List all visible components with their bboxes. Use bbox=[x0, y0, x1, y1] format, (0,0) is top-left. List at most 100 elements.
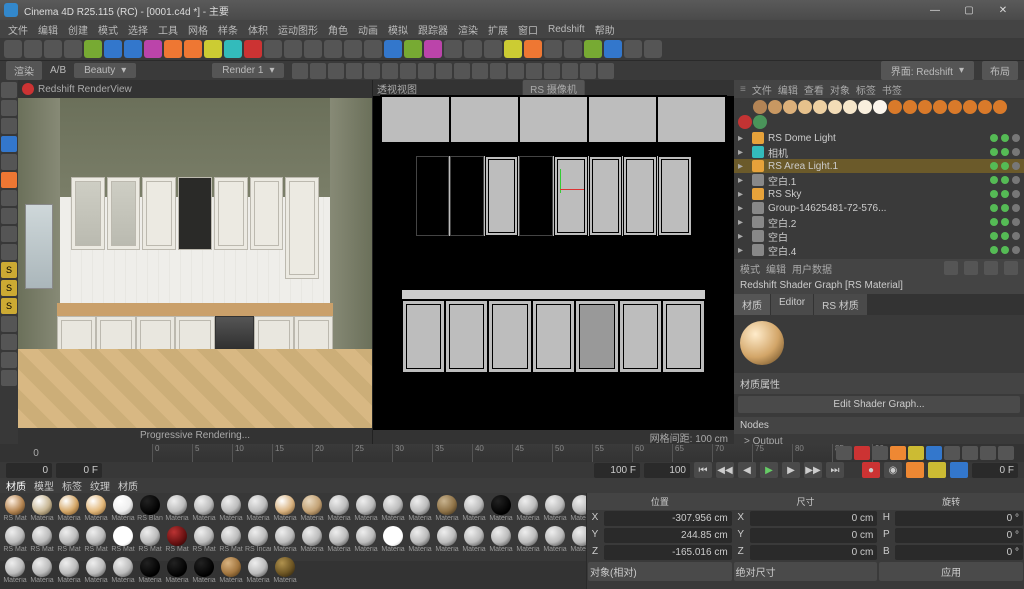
attr-icon[interactable] bbox=[1004, 261, 1018, 275]
expand-icon[interactable]: ▸ bbox=[738, 133, 748, 144]
layer-dot[interactable] bbox=[1012, 148, 1020, 156]
toolbar-button-27[interactable] bbox=[544, 40, 562, 58]
toolbar-button-7[interactable] bbox=[144, 40, 162, 58]
dock-tab-1[interactable]: 模型 bbox=[34, 478, 54, 493]
expand-icon[interactable]: ▸ bbox=[738, 217, 748, 228]
material-53[interactable]: Materia bbox=[245, 557, 271, 587]
subtool-2[interactable] bbox=[328, 63, 344, 79]
object-row[interactable]: ▸相机 bbox=[734, 145, 1024, 159]
material-48[interactable]: Materia bbox=[110, 557, 136, 587]
material-41[interactable]: Materia bbox=[515, 526, 541, 556]
frame-end-field[interactable]: 100 bbox=[644, 463, 690, 478]
menu-11[interactable]: 动画 bbox=[358, 22, 378, 37]
material-18[interactable]: Materia bbox=[488, 495, 514, 525]
beauty-dropdown[interactable]: Beauty▾ bbox=[74, 63, 136, 78]
visibility-editor-dot[interactable] bbox=[990, 162, 998, 170]
visibility-render-dot[interactable] bbox=[1001, 176, 1009, 184]
tag-swatch-15[interactable] bbox=[963, 100, 977, 114]
toolbar-button-19[interactable] bbox=[384, 40, 402, 58]
material-9[interactable]: Materia bbox=[245, 495, 271, 525]
menu-13[interactable]: 跟踪器 bbox=[418, 22, 448, 37]
left-tool-10[interactable]: S bbox=[1, 262, 17, 278]
material-11[interactable]: Materia bbox=[299, 495, 325, 525]
subtool-17[interactable] bbox=[598, 63, 614, 79]
subtool-1[interactable] bbox=[310, 63, 326, 79]
tag-swatch-5[interactable] bbox=[813, 100, 827, 114]
left-tool-16[interactable] bbox=[1, 370, 17, 386]
material-19[interactable]: Materia bbox=[515, 495, 541, 525]
track-toggle-2[interactable] bbox=[872, 446, 888, 460]
visibility-editor-dot[interactable] bbox=[990, 218, 998, 226]
left-tool-8[interactable] bbox=[1, 226, 17, 242]
tag-swatch-6[interactable] bbox=[828, 100, 842, 114]
layer-dot[interactable] bbox=[1012, 176, 1020, 184]
tag-swatch-3[interactable] bbox=[783, 100, 797, 114]
tag-swatch-14[interactable] bbox=[948, 100, 962, 114]
track-toggle-8[interactable] bbox=[980, 446, 996, 460]
left-tool-0[interactable] bbox=[1, 82, 17, 98]
material-31[interactable]: RS Incar bbox=[245, 526, 271, 556]
toolbar-button-30[interactable] bbox=[604, 40, 622, 58]
track-toggle-0[interactable] bbox=[836, 446, 852, 460]
material-34[interactable]: Materia bbox=[326, 526, 352, 556]
toolbar-button-31[interactable] bbox=[624, 40, 642, 58]
rot-b-field[interactable]: 0 ° bbox=[895, 545, 1023, 560]
tag-swatch-2[interactable] bbox=[768, 100, 782, 114]
toolbar-button-21[interactable] bbox=[424, 40, 442, 58]
toolbar-button-24[interactable] bbox=[484, 40, 502, 58]
material-25[interactable]: RS Mat bbox=[83, 526, 109, 556]
track-toggle-6[interactable] bbox=[944, 446, 960, 460]
subtool-4[interactable] bbox=[364, 63, 380, 79]
expand-icon[interactable]: ▸ bbox=[738, 175, 748, 186]
subtool-10[interactable] bbox=[472, 63, 488, 79]
tag-swatch-19[interactable] bbox=[753, 115, 767, 129]
subtool-13[interactable] bbox=[526, 63, 542, 79]
tag-swatch-4[interactable] bbox=[798, 100, 812, 114]
toolbar-button-11[interactable] bbox=[224, 40, 242, 58]
objmgr-tab-4[interactable]: 标签 bbox=[856, 82, 876, 97]
material-28[interactable]: RS Mat bbox=[164, 526, 190, 556]
left-tool-1[interactable] bbox=[1, 100, 17, 116]
material-5[interactable]: RS Blan bbox=[137, 495, 163, 525]
visibility-editor-dot[interactable] bbox=[990, 232, 998, 240]
material-0[interactable]: RS Mat bbox=[2, 495, 28, 525]
rot-p-field[interactable]: 0 ° bbox=[895, 528, 1023, 543]
objmgr-tab-1[interactable]: 编辑 bbox=[778, 82, 798, 97]
toolbar-button-22[interactable] bbox=[444, 40, 462, 58]
layer-dot[interactable] bbox=[1012, 134, 1020, 142]
track-toggle-1[interactable] bbox=[854, 446, 870, 460]
pos-y-field[interactable]: 244.85 cm bbox=[604, 528, 732, 543]
layer-dot[interactable] bbox=[1012, 232, 1020, 240]
object-row[interactable]: ▸RS Dome Light bbox=[734, 131, 1024, 145]
subtool-8[interactable] bbox=[436, 63, 452, 79]
toolbar-button-29[interactable] bbox=[584, 40, 602, 58]
layout-dropdown[interactable]: 界面: Redshift▾ bbox=[881, 61, 974, 80]
expand-icon[interactable]: ▸ bbox=[738, 147, 748, 158]
object-row[interactable]: ▸Group-14625481-72-576... bbox=[734, 201, 1024, 215]
prev-key-button[interactable]: ◀◀ bbox=[716, 462, 734, 478]
subtool-15[interactable] bbox=[562, 63, 578, 79]
material-10[interactable]: Materia bbox=[272, 495, 298, 525]
visibility-render-dot[interactable] bbox=[1001, 162, 1009, 170]
left-tool-13[interactable] bbox=[1, 316, 17, 332]
subtool-6[interactable] bbox=[400, 63, 416, 79]
material-16[interactable]: Materia bbox=[434, 495, 460, 525]
viewport-camera[interactable]: RS 摄像机 bbox=[522, 80, 585, 97]
subtool-7[interactable] bbox=[418, 63, 434, 79]
play-button[interactable]: ▶ bbox=[760, 462, 778, 478]
material-32[interactable]: Materia bbox=[272, 526, 298, 556]
render-button[interactable]: 渲染 bbox=[6, 61, 42, 80]
menu-1[interactable]: 编辑 bbox=[38, 22, 58, 37]
material-2[interactable]: Materia bbox=[56, 495, 82, 525]
layer-dot[interactable] bbox=[1012, 190, 1020, 198]
layer-dot[interactable] bbox=[1012, 162, 1020, 170]
material-17[interactable]: Materia bbox=[461, 495, 487, 525]
record-button[interactable]: ● bbox=[862, 462, 880, 478]
frame-out-field[interactable]: 100 F bbox=[594, 463, 640, 478]
object-row[interactable]: ▸RS Area Light.1 bbox=[734, 159, 1024, 173]
menu-18[interactable]: 帮助 bbox=[595, 22, 615, 37]
expand-icon[interactable]: ▸ bbox=[738, 189, 748, 200]
tag-swatch-8[interactable] bbox=[858, 100, 872, 114]
material-49[interactable]: Materia bbox=[137, 557, 163, 587]
objmgr-tab-0[interactable]: 文件 bbox=[752, 82, 772, 97]
